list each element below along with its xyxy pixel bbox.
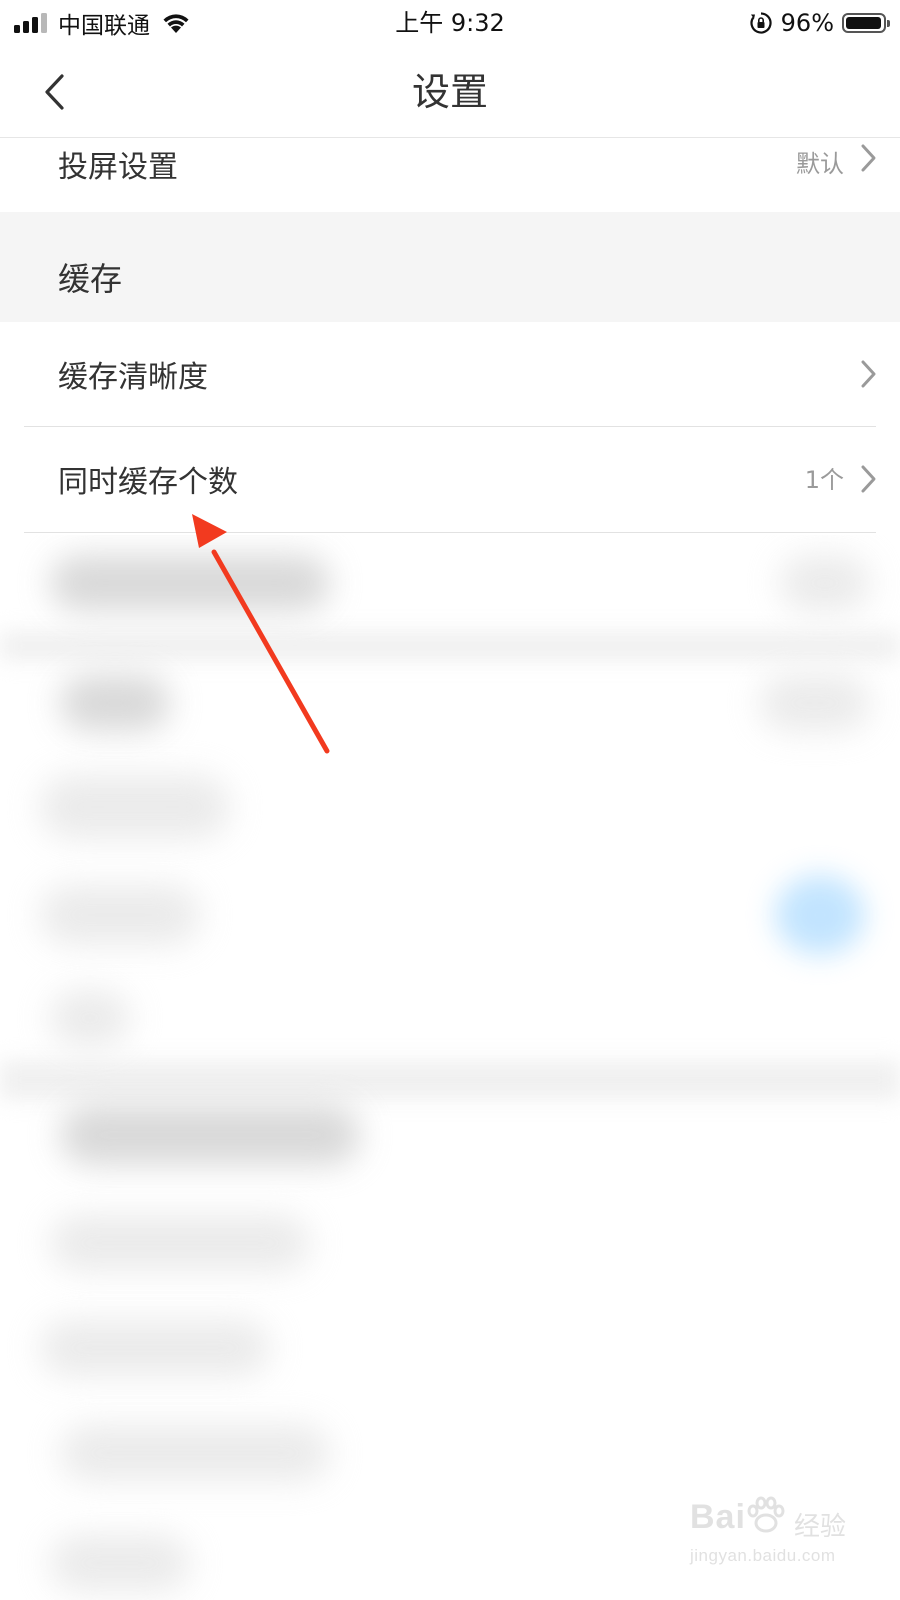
battery-fill: [846, 17, 881, 29]
chevron-left-icon: [45, 74, 64, 110]
row-value-concurrent-downloads: 1个: [804, 466, 844, 494]
row-value-cast: 默认: [796, 150, 844, 178]
row-divider: [24, 532, 876, 533]
battery-percent: 96%: [780, 9, 834, 37]
status-right: 96%: [749, 6, 890, 40]
watermark-url: jingyan.baidu.com: [690, 1546, 836, 1565]
blurred-settings-area: [0, 535, 900, 1600]
status-bar: 中国联通 上午 9:32 96%: [0, 0, 900, 46]
row-label-cast: 投屏设置: [58, 150, 178, 185]
chevron-right-icon: [861, 144, 876, 172]
paw-icon: [747, 1496, 785, 1533]
chevron-right-icon: [861, 360, 876, 388]
orientation-lock-icon: [750, 12, 772, 34]
watermark-logo: Bai 经验 jingyan.baidu.com: [688, 1494, 888, 1584]
watermark-suffix: 经验: [794, 1512, 847, 1542]
row-label-concurrent-downloads: 同时缓存个数: [58, 465, 238, 500]
chevron-right-icon: [861, 465, 876, 493]
watermark-brand: Bai: [690, 1498, 746, 1536]
settings-row-cache-quality[interactable]: 缓存清晰度: [0, 322, 900, 426]
battery-icon: [842, 13, 890, 33]
section-header-cache: 缓存: [0, 212, 900, 322]
row-label-cache-quality: 缓存清晰度: [58, 360, 208, 395]
settings-row-concurrent-downloads[interactable]: 同时缓存个数 1个: [0, 427, 900, 532]
section-title: 缓存: [58, 260, 123, 298]
page-title: 设置: [411, 70, 488, 114]
nav-bar: 设置: [0, 46, 900, 138]
settings-row-cast[interactable]: 投屏设置 默认: [0, 138, 900, 212]
back-button[interactable]: [28, 66, 80, 118]
